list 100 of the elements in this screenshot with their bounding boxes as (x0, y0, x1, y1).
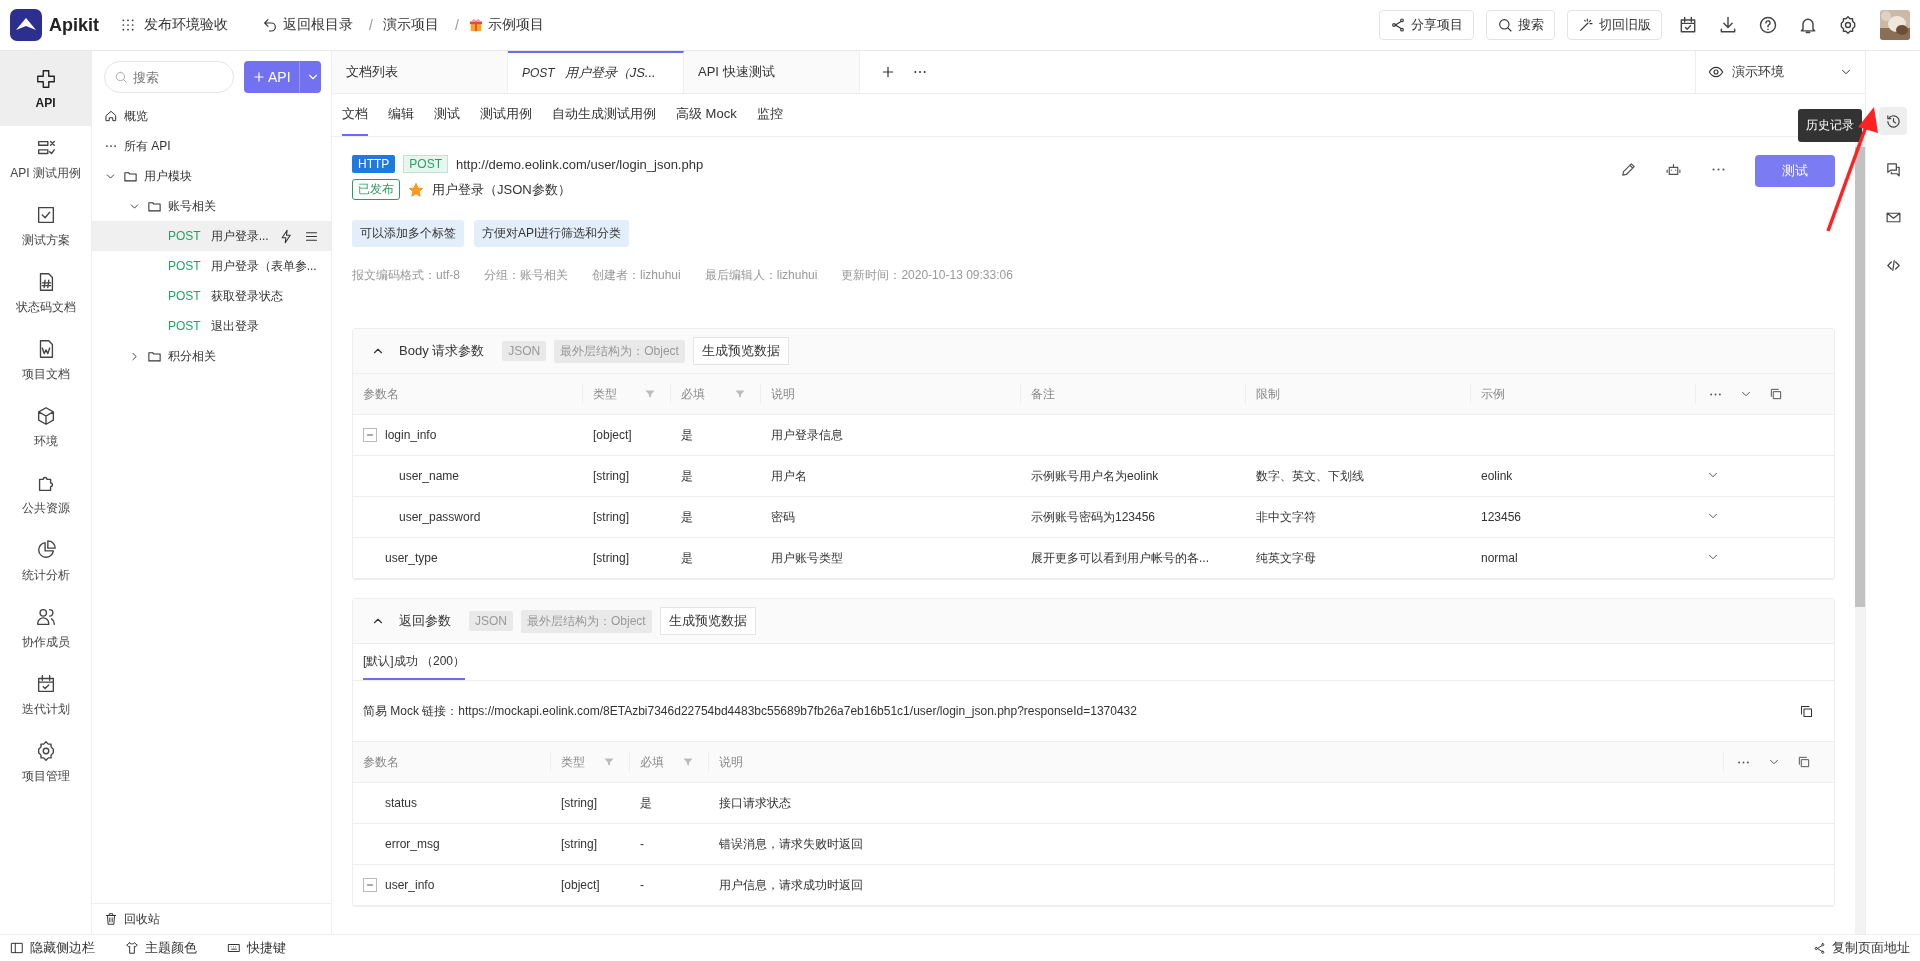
column-header: 类型 (583, 384, 671, 404)
nav-item[interactable]: 公共资源 (0, 461, 91, 528)
tree-item[interactable]: 所有 API (92, 131, 331, 161)
tree-folder[interactable]: 账号相关 (92, 191, 331, 221)
nav-item[interactable]: 统计分析 (0, 528, 91, 595)
settings-icon[interactable] (1838, 15, 1858, 35)
test-button[interactable]: 测试 (1755, 155, 1835, 187)
section-tab[interactable]: 编辑 (388, 94, 414, 136)
home-icon (104, 109, 118, 123)
copy-icon[interactable] (1799, 703, 1814, 719)
search-field[interactable]: 搜索 (104, 61, 234, 93)
section-tab[interactable]: 测试 (434, 94, 460, 136)
breadcrumb-link[interactable]: 演示项目 (382, 16, 439, 34)
toggle-button[interactable] (363, 878, 377, 892)
nav-item[interactable]: 状态码文档 (0, 260, 91, 327)
breadcrumb-link[interactable]: 返回根目录 (262, 16, 353, 34)
section-tab[interactable]: 监控 (756, 94, 783, 136)
eye-icon (1708, 64, 1724, 80)
robot-icon[interactable] (1665, 161, 1682, 178)
copy-link[interactable]: 复制页面地址 (1813, 939, 1910, 957)
column-header: 说明 (709, 752, 1724, 772)
section-tab[interactable]: 高级 Mock (676, 94, 737, 136)
column-header: 参数名 (353, 752, 551, 772)
star-icon[interactable] (408, 181, 424, 198)
status-badge: 已发布 (352, 179, 400, 200)
breadcrumb-separator: / (369, 17, 373, 33)
environment-select[interactable]: 演示环境 (1695, 51, 1865, 93)
edit-icon[interactable] (1620, 161, 1637, 178)
meta-text: 分组：账号相关 (484, 267, 568, 284)
table-cell-text: normal (1480, 551, 1519, 565)
gift-icon (468, 18, 483, 32)
nav-item[interactable]: API 测试用例 (0, 126, 91, 193)
search-icon (1497, 17, 1513, 33)
download-icon[interactable] (1718, 15, 1738, 35)
tree-item[interactable]: POST 用户登录（表单参... (92, 251, 331, 281)
breadcrumb-separator: / (454, 17, 459, 33)
tree-folder[interactable]: 积分相关 (92, 341, 331, 371)
nav-item[interactable]: 项目文档 (0, 327, 91, 394)
table-cell-text: 是 (680, 426, 694, 444)
table-cell-text: 用户信息，请求成功时返回 (718, 876, 864, 894)
preview-button[interactable]: 生成预览数据 (692, 337, 789, 365)
toolbar-button[interactable]: 分享项目 (1379, 10, 1474, 40)
footer-link[interactable]: 隐藏侧边栏 (10, 939, 95, 957)
response-tab[interactable]: [默认]成功 （200） (363, 644, 466, 680)
footer-link[interactable]: 快捷键 (227, 939, 286, 957)
breadcrumb-link[interactable]: 示例项目 (468, 16, 544, 34)
tree-item[interactable]: 概览 (92, 101, 331, 131)
nav-item[interactable]: 迭代计划 (0, 662, 91, 729)
add-tab-icon[interactable] (880, 64, 896, 80)
help-icon[interactable] (1758, 15, 1778, 35)
trash-icon (104, 912, 118, 926)
table-cell-text: 123456 (1480, 510, 1523, 524)
table-cell-text: [string] (560, 796, 598, 810)
api-url: http://demo.eolink.com/user/login_json.php (456, 156, 704, 172)
section-tab[interactable]: 自动生成测试用例 (552, 94, 656, 136)
nav-item[interactable]: 项目管理 (0, 729, 91, 796)
chat-icon[interactable] (1884, 160, 1902, 178)
sidebar-icon (10, 941, 24, 955)
tree-item[interactable]: POST 用户登录... (92, 221, 331, 251)
table-cell-text: [string] (560, 837, 598, 851)
undo-icon (262, 17, 278, 33)
api-name: 用户登录（JSON参数） (432, 180, 571, 199)
scrollbar[interactable] (1855, 147, 1865, 607)
table-cell-text: eolink (1480, 469, 1514, 483)
nav-item[interactable]: 测试方案 (0, 193, 91, 260)
shirt-icon (125, 941, 139, 955)
plus-icon (252, 70, 266, 84)
section-tab[interactable]: 文档 (342, 94, 368, 136)
tree-item[interactable]: POST 获取登录状态 (92, 281, 331, 311)
toolbar-button[interactable]: 搜索 (1486, 10, 1555, 40)
table-cell-text: 密码 (770, 508, 796, 526)
toggle-button[interactable] (363, 428, 377, 442)
meta-text: 报文编码格式：utf-8 (352, 267, 460, 284)
add-api-button[interactable]: API (244, 61, 321, 93)
table-cell-text: 用户登录信息 (770, 426, 844, 444)
table-cell-text: 展开更多可以看到用户帐号的各... (1030, 549, 1210, 567)
column-header: 必填 (630, 752, 709, 772)
table-cell: login_info (353, 428, 583, 442)
share-icon (1390, 17, 1406, 33)
nav-item[interactable]: 协作成员 (0, 595, 91, 662)
document-tab[interactable]: POST 用户登录（JS... (508, 51, 684, 93)
cross-icon (34, 67, 57, 90)
tree-item[interactable]: POST 退出登录 (92, 311, 331, 341)
tag: 方便对API进行筛选和分类 (474, 220, 630, 247)
document-tab[interactable]: 文档列表 (332, 51, 508, 93)
workspace-switcher[interactable]: 发布环境验收 (114, 15, 234, 35)
footer-link[interactable]: 主题颜色 (125, 939, 197, 957)
recycle-bin-link[interactable]: 回收站 (92, 903, 331, 934)
preview-button[interactable]: 生成预览数据 (659, 607, 756, 635)
toolbar-button[interactable]: 切回旧版 (1567, 10, 1662, 40)
tree-folder[interactable]: 用户模块 (92, 161, 331, 191)
nav-item[interactable]: API (0, 51, 91, 126)
nav-item[interactable]: 环境 (0, 394, 91, 461)
calendar-icon[interactable] (1678, 15, 1698, 35)
document-tab[interactable]: API 快速测试 (684, 51, 860, 93)
meta-text: 创建者：lizhuhui (592, 267, 681, 284)
column-header: 必填 (671, 384, 761, 404)
section-tab[interactable]: 测试用例 (480, 94, 532, 136)
column-header: 参数名 (353, 384, 583, 404)
history-icon[interactable] (1884, 112, 1902, 130)
